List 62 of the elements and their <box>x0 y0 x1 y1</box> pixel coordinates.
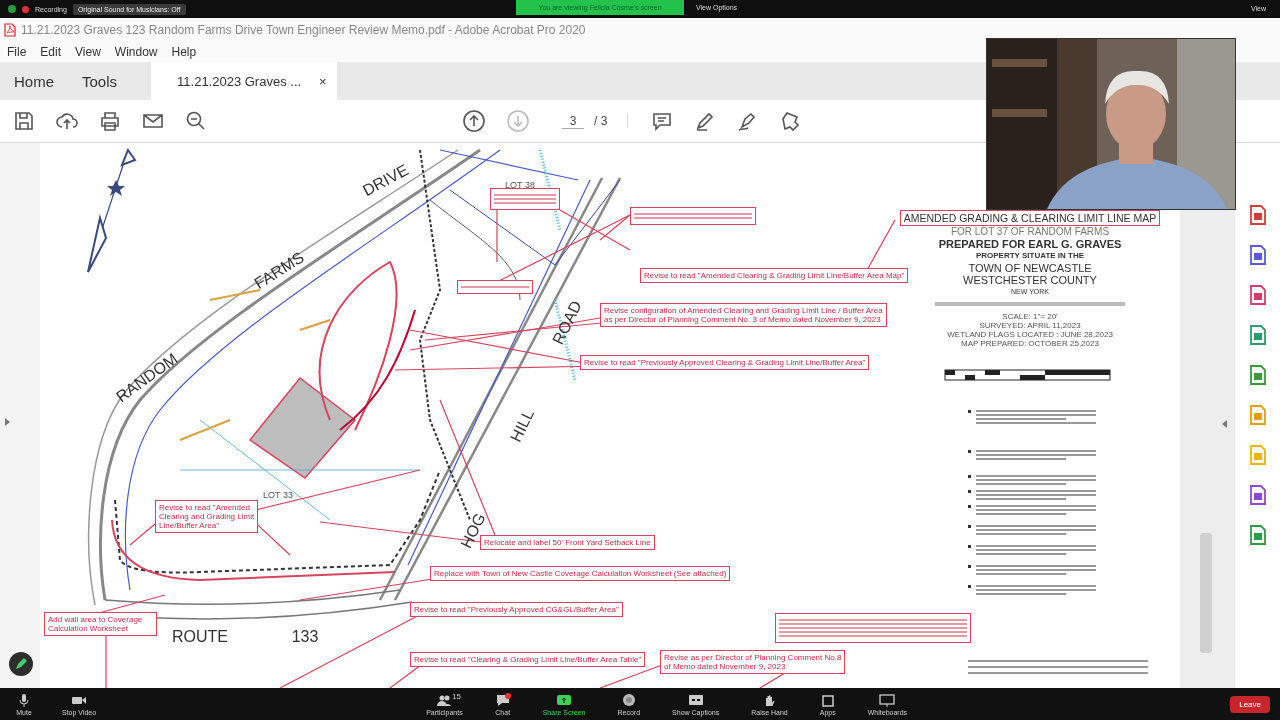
annotation-note: Relocate and label 50' Front Yard Setback Line <box>480 535 655 550</box>
menu-item[interactable]: Edit <box>40 45 62 59</box>
save-icon[interactable] <box>12 109 36 133</box>
annotation-note: Revise as per Director of Planning Comment No.8 of Memo dated November 9, 2023 <box>660 650 846 674</box>
recording-icon <box>22 5 29 13</box>
menu-item[interactable]: File <box>7 45 27 59</box>
tree-mark <box>209 289 261 301</box>
title-block-line: PROPERTY SITUATE IN THE <box>975 250 1085 262</box>
menu-item[interactable]: Window <box>114 45 158 59</box>
tab[interactable]: 11.21.2023 Graves ... × <box>151 62 337 100</box>
annotation-note <box>490 188 560 210</box>
title-block-line: FOR LOT 37 OF RANDOM FARMS <box>950 226 1110 238</box>
annotation-note: Revise to read "Amended Clearing & Grading Limit Line/Buffer Area Map" <box>640 268 909 283</box>
lot-label: LOT 33 <box>263 490 293 500</box>
collapse-arrow-icon[interactable] <box>1221 419 1228 429</box>
scrollbar-thumb[interactable] <box>1200 533 1212 653</box>
security-icon <box>8 5 16 13</box>
tree-mark <box>299 319 331 331</box>
leader-line <box>599 664 663 688</box>
annotation-note: Revise configuration of Amended Clearing and Grading Limit Line / Buffer Area as per Director of Planning Comment No. 3 of Memo dated November 9, 2023 <box>600 303 887 327</box>
page-count: / 3 <box>594 114 629 128</box>
road-label: HILL <box>507 406 538 445</box>
page-number-field[interactable]: 3 <box>562 113 584 129</box>
menu-item[interactable]: View <box>75 45 101 59</box>
microphone-icon <box>16 692 32 707</box>
pdf-icon <box>4 23 16 37</box>
leave-button[interactable]: Leave <box>1230 695 1270 713</box>
title-block-detail: MAP PREPARED: OCTOBER 25,2023 <box>961 339 1099 348</box>
annotation-note: Add wall area to Coverage Calculation Worksheet <box>44 612 157 636</box>
participant-count: 15 <box>452 691 462 701</box>
annotation-note: Revise to read "Previously Approved Clearing & Grading Limit Line/Buffer Area" <box>580 355 870 370</box>
annotation-note: Replace with Town of New Castle Coverage Calculation Worksheet (See attached) <box>430 566 731 581</box>
road-label: 133 <box>291 628 319 645</box>
annotation-note: Revise to read "Clearing & Grading Limit Line/Buffer Area Table" <box>410 652 646 667</box>
tree-mark <box>179 419 231 441</box>
title-block-detail: SURVEYED: APRIL 11,2023 <box>979 321 1081 330</box>
print-icon[interactable] <box>98 109 122 133</box>
apps-icon <box>819 692 836 707</box>
title-block-line: PREPARED FOR EARL G. GRAVES <box>938 238 1122 250</box>
menu-item[interactable]: Help <box>171 45 197 59</box>
lot-label: LOT 38 <box>505 180 535 190</box>
share-screen-icon <box>556 692 573 707</box>
title-block-line: TOWN OF NEWCASTLE <box>968 262 1092 274</box>
annotation-note: Revise to read "Amended Clearing and Grading Limit Line/Buffer Area" <box>155 500 259 533</box>
window-title: 11.21.2023 Graves 123 Random Farms Drive Town Engineer Review Memo.pdf - Adobe Acrobat Pro 2020 <box>21 23 586 37</box>
leader-line <box>129 523 156 546</box>
expand-arrow-icon[interactable] <box>4 417 11 427</box>
title-block-detail: SCALE: 1"= 20' <box>1002 312 1058 321</box>
chat-bubble-icon <box>494 692 511 707</box>
record-icon <box>620 692 637 707</box>
whiteboard-icon <box>879 692 896 707</box>
previous-page-icon[interactable] <box>462 109 486 133</box>
edit-icon[interactable] <box>8 651 34 677</box>
tab[interactable]: Tools <box>68 62 132 100</box>
tab[interactable]: Home <box>0 62 68 100</box>
captions-icon <box>687 692 704 707</box>
title-block-line: WESTCHESTER COUNTY <box>963 274 1097 286</box>
title-block-detail: WETLAND FLAGS LOCATED : JUNE 28,2023 <box>947 330 1113 339</box>
north-arrow-icon <box>87 147 137 273</box>
close-icon[interactable]: × <box>319 73 327 89</box>
annotation-note: Revise to read "Previously Approved CG&GL/Buffer Area" <box>410 602 623 617</box>
road-label: ROUTE <box>172 628 228 645</box>
